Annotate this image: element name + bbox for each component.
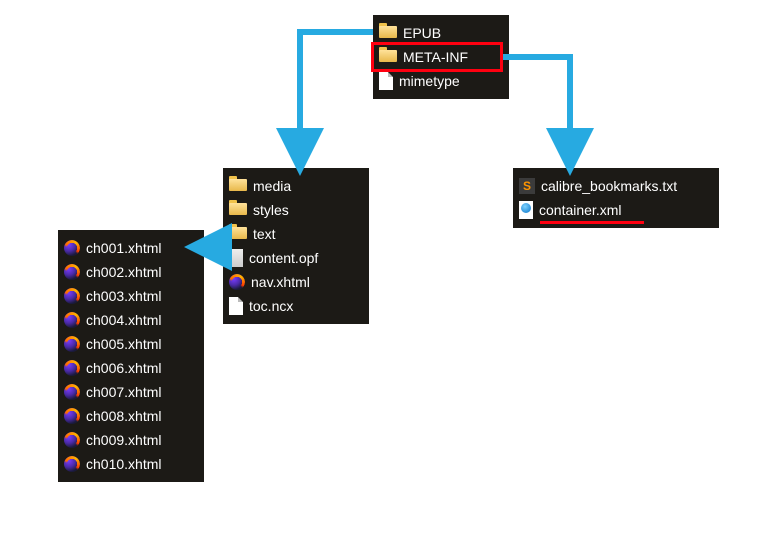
list-item[interactable]: ch009.xhtml — [64, 428, 194, 452]
item-label: styles — [253, 202, 289, 218]
list-item[interactable]: ch005.xhtml — [64, 332, 194, 356]
folder-icon — [229, 203, 247, 217]
item-label: EPUB — [403, 25, 441, 41]
highlight-box-metainf — [371, 42, 503, 72]
list-item[interactable]: ch007.xhtml — [64, 380, 194, 404]
firefox-icon — [64, 360, 80, 376]
firefox-icon — [64, 456, 80, 472]
item-label: ch003.xhtml — [86, 288, 161, 304]
metainf-folder-panel: calibre_bookmarks.txt container.xml — [513, 168, 719, 228]
firefox-icon — [64, 384, 80, 400]
list-item[interactable]: content.opf — [229, 246, 359, 270]
item-label: ch007.xhtml — [86, 384, 161, 400]
list-item[interactable]: mimetype — [379, 69, 499, 93]
arrow-metainf-to-contents — [503, 57, 570, 158]
item-label: ch004.xhtml — [86, 312, 161, 328]
highlight-underline-container — [540, 221, 644, 224]
file-icon — [229, 297, 243, 315]
list-item[interactable]: ch002.xhtml — [64, 260, 194, 284]
item-label: toc.ncx — [249, 298, 293, 314]
list-item[interactable]: calibre_bookmarks.txt — [519, 174, 709, 198]
epub-folder-panel: media styles text content.opf nav.xhtml … — [223, 168, 369, 324]
firefox-icon — [229, 274, 245, 290]
list-item[interactable]: toc.ncx — [229, 294, 359, 318]
item-label: mimetype — [399, 73, 460, 89]
list-item[interactable]: nav.xhtml — [229, 270, 359, 294]
folder-icon — [229, 227, 247, 241]
folder-icon — [379, 26, 397, 40]
firefox-icon — [64, 240, 80, 256]
firefox-icon — [64, 408, 80, 424]
sublime-icon — [519, 178, 535, 194]
list-item[interactable]: ch008.xhtml — [64, 404, 194, 428]
item-label: ch008.xhtml — [86, 408, 161, 424]
item-label: ch005.xhtml — [86, 336, 161, 352]
list-item[interactable]: ch006.xhtml — [64, 356, 194, 380]
list-item[interactable]: media — [229, 174, 359, 198]
file-icon — [229, 249, 243, 267]
text-folder-panel: ch001.xhtml ch002.xhtml ch003.xhtml ch00… — [58, 230, 204, 482]
item-label: calibre_bookmarks.txt — [541, 178, 677, 194]
item-label: ch001.xhtml — [86, 240, 161, 256]
item-label: text — [253, 226, 276, 242]
list-item[interactable]: ch003.xhtml — [64, 284, 194, 308]
item-label: ch006.xhtml — [86, 360, 161, 376]
list-item[interactable]: styles — [229, 198, 359, 222]
list-item[interactable]: container.xml — [519, 198, 709, 222]
folder-icon — [229, 179, 247, 193]
list-item[interactable]: text — [229, 222, 359, 246]
file-icon — [379, 72, 393, 90]
firefox-icon — [64, 288, 80, 304]
firefox-icon — [64, 432, 80, 448]
web-file-icon — [519, 201, 533, 219]
firefox-icon — [64, 264, 80, 280]
firefox-icon — [64, 336, 80, 352]
item-label: ch010.xhtml — [86, 456, 161, 472]
item-label: ch009.xhtml — [86, 432, 161, 448]
arrow-epub-to-contents — [300, 32, 373, 158]
list-item[interactable]: ch010.xhtml — [64, 452, 194, 476]
item-label: nav.xhtml — [251, 274, 310, 290]
item-label: content.opf — [249, 250, 318, 266]
item-label: container.xml — [539, 202, 621, 218]
item-label: ch002.xhtml — [86, 264, 161, 280]
item-label: media — [253, 178, 291, 194]
firefox-icon — [64, 312, 80, 328]
list-item[interactable]: ch004.xhtml — [64, 308, 194, 332]
list-item[interactable]: ch001.xhtml — [64, 236, 194, 260]
